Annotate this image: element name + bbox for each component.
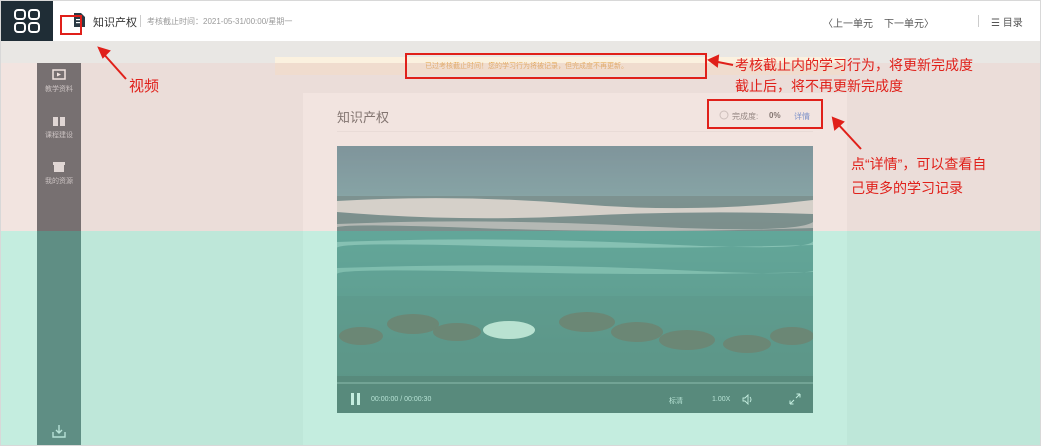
annotation-detail-line1: 点“详情”，可以查看自 bbox=[851, 156, 987, 172]
screenshot-frame: 知识产权 考核截止时间：2021-05-31/00:00/星期一 〈上一单元 下… bbox=[0, 0, 1041, 446]
annotation-notice-line2: 截止后，将不再更新完成度 bbox=[735, 78, 903, 94]
annotation-notice-line1: 考核截止内的学习行为，将更新完成度 bbox=[735, 57, 973, 73]
annotation-detail-line2: 己更多的学习记录 bbox=[851, 180, 963, 196]
annotation-video: 视频 bbox=[129, 78, 160, 95]
